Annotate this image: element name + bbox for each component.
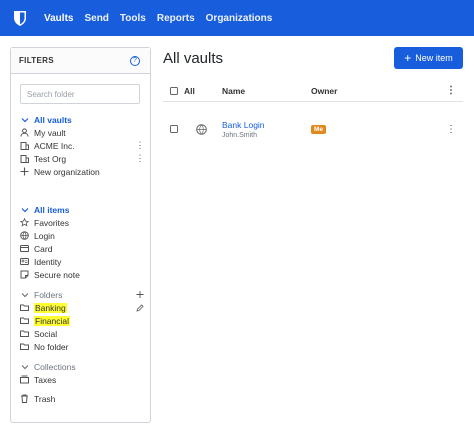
nav-organizations[interactable]: Organizations xyxy=(206,0,273,36)
folder-icon xyxy=(20,303,29,312)
nav-send[interactable]: Send xyxy=(84,0,108,36)
table-header: All Name Owner ⋮ xyxy=(163,80,463,102)
kebab-menu-icon[interactable]: ⋮ xyxy=(136,139,145,152)
all-vaults-toggle[interactable]: All vaults xyxy=(20,113,144,126)
bitwarden-shield-icon[interactable] xyxy=(10,6,30,30)
type-item-secure-note[interactable]: Secure note xyxy=(20,268,144,281)
credit-card-icon xyxy=(20,244,29,253)
kebab-menu-icon[interactable]: ⋮ xyxy=(446,80,456,101)
table-row[interactable]: Bank Login John.Smith Me ⋮ xyxy=(163,112,463,146)
owner-badge: Me xyxy=(311,124,327,134)
column-all[interactable]: All xyxy=(184,80,195,101)
trash-link[interactable]: Trash xyxy=(20,392,144,405)
star-icon xyxy=(20,218,29,227)
search-folder-input[interactable] xyxy=(20,84,140,104)
item-name-link[interactable]: Bank Login xyxy=(222,120,265,130)
folder-item-social[interactable]: Social xyxy=(20,327,144,340)
folder-item-financial[interactable]: Financial xyxy=(20,314,144,327)
row-checkbox[interactable] xyxy=(170,112,178,146)
filters-sidebar: FILTERS ? All vaults My vault ACME Inc. … xyxy=(10,47,151,423)
vault-items-table: All Name Owner ⋮ Bank Login John.Smith M… xyxy=(163,80,463,146)
filters-header: FILTERS ? xyxy=(11,48,150,74)
vault-item-label: My vault xyxy=(34,127,66,138)
trash-icon xyxy=(20,394,29,403)
nav-vaults[interactable]: Vaults xyxy=(44,0,73,36)
chevron-down-icon xyxy=(20,362,29,371)
nav-reports[interactable]: Reports xyxy=(157,0,195,36)
select-all-checkbox[interactable] xyxy=(170,80,178,101)
type-item-login[interactable]: Login xyxy=(20,229,144,242)
item-name-cell: Bank Login John.Smith xyxy=(222,112,265,146)
collections-toggle[interactable]: Collections xyxy=(20,360,144,373)
new-organization-link[interactable]: New organization xyxy=(20,165,144,178)
column-name[interactable]: Name xyxy=(222,80,245,101)
all-items-toggle[interactable]: All items xyxy=(20,203,144,216)
sticky-note-icon xyxy=(20,270,29,279)
vault-item-test-org[interactable]: Test Org ⋮ xyxy=(20,152,145,165)
new-item-label: New item xyxy=(415,53,453,63)
nav-tools[interactable]: Tools xyxy=(120,0,146,36)
type-item-label: Identity xyxy=(34,256,62,267)
globe-icon xyxy=(20,231,29,240)
chevron-down-icon xyxy=(20,115,29,124)
type-item-card[interactable]: Card xyxy=(20,242,144,255)
all-items-label: All items xyxy=(34,204,70,215)
type-item-label: Card xyxy=(34,243,53,254)
column-owner[interactable]: Owner xyxy=(311,80,337,101)
help-icon[interactable]: ? xyxy=(130,55,140,66)
collection-icon xyxy=(20,375,29,384)
folder-item-label: Financial xyxy=(34,315,71,326)
page-title: All vaults xyxy=(163,50,224,67)
all-vaults-label: All vaults xyxy=(34,114,72,125)
organization-icon xyxy=(20,141,29,150)
folder-item-no-folder[interactable]: No folder xyxy=(20,340,144,353)
globe-icon xyxy=(196,112,207,146)
kebab-menu-icon[interactable]: ⋮ xyxy=(446,112,456,146)
type-item-label: Favorites xyxy=(34,217,69,228)
vault-item-acme[interactable]: ACME Inc. ⋮ xyxy=(20,139,145,152)
folder-icon xyxy=(20,316,29,325)
organization-icon xyxy=(20,154,29,163)
new-organization-label: New organization xyxy=(34,166,100,177)
owner-cell: Me xyxy=(311,112,327,146)
user-icon xyxy=(20,128,29,137)
add-folder-icon[interactable] xyxy=(136,288,144,301)
type-item-label: Login xyxy=(34,230,55,241)
trash-label: Trash xyxy=(34,393,56,404)
collection-item-label: Taxes xyxy=(34,374,57,385)
collections-heading: Collections xyxy=(34,361,76,372)
folders-toggle[interactable]: Folders xyxy=(20,288,144,301)
folder-item-banking[interactable]: Banking xyxy=(20,301,144,314)
new-item-button[interactable]: + New item xyxy=(394,47,463,69)
item-username: John.Smith xyxy=(222,131,258,139)
folder-item-label: Social xyxy=(34,328,58,339)
id-card-icon xyxy=(20,257,29,266)
plus-icon xyxy=(20,167,29,176)
filters-title: FILTERS xyxy=(19,56,54,65)
folder-item-label: Banking xyxy=(34,302,67,313)
folder-icon xyxy=(20,342,29,351)
chevron-down-icon xyxy=(20,205,29,214)
type-item-identity[interactable]: Identity xyxy=(20,255,144,268)
vault-item-label: ACME Inc. xyxy=(34,140,75,151)
top-navbar: Vaults Send Tools Reports Organizations xyxy=(0,0,474,36)
kebab-menu-icon[interactable]: ⋮ xyxy=(136,152,145,165)
folders-heading: Folders xyxy=(34,289,63,300)
folder-icon xyxy=(20,329,29,338)
nav-links: Vaults Send Tools Reports Organizations xyxy=(44,0,283,36)
plus-icon: + xyxy=(404,51,412,65)
collection-item-taxes[interactable]: Taxes xyxy=(20,373,144,386)
type-item-label: Secure note xyxy=(34,269,80,280)
vault-item-label: Test Org xyxy=(34,153,67,164)
chevron-down-icon xyxy=(20,290,29,299)
vault-item-my-vault[interactable]: My vault xyxy=(20,126,144,139)
folder-item-label: No folder xyxy=(34,341,69,352)
pencil-icon[interactable] xyxy=(136,301,144,314)
type-item-favorites[interactable]: Favorites xyxy=(20,216,144,229)
